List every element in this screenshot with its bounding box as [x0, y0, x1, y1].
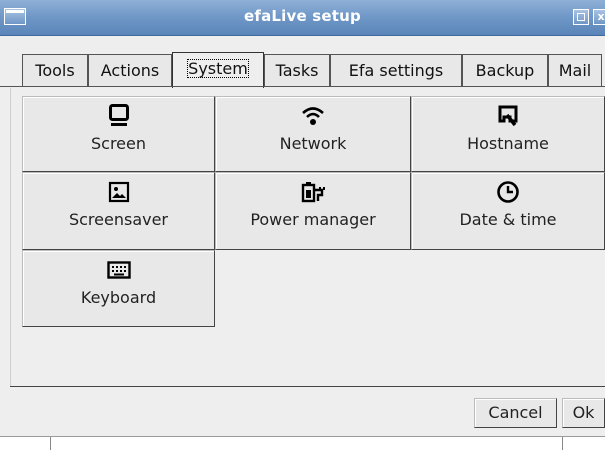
- tab-baseline: [0, 86, 605, 87]
- efalive-setup-window: efaLive setup x Tools Actions System Tas…: [0, 0, 605, 450]
- cancel-button[interactable]: Cancel: [474, 398, 557, 428]
- network-button[interactable]: Network: [215, 96, 411, 172]
- tab-bar: Tools Actions System Tasks Efa settings …: [0, 36, 605, 90]
- tab-tools[interactable]: Tools: [22, 54, 88, 86]
- tab-tools-label: Tools: [35, 61, 75, 80]
- tab-system[interactable]: System: [172, 52, 264, 88]
- tab-system-label: System: [187, 59, 249, 78]
- monitor-icon: [23, 103, 214, 129]
- panel-frame-left: [10, 88, 11, 387]
- tab-backup[interactable]: Backup: [462, 54, 548, 86]
- tab-efa-settings-label: Efa settings: [348, 61, 444, 80]
- keyboard-icon: [23, 257, 214, 283]
- panel-separator: [10, 386, 605, 387]
- title-bar[interactable]: efaLive setup x: [0, 0, 605, 36]
- keyboard-label: Keyboard: [80, 288, 157, 307]
- tab-tasks[interactable]: Tasks: [264, 54, 330, 86]
- date-time-button[interactable]: Date & time: [411, 172, 605, 250]
- system-panel: Screen Network Hostname Screensaver Powe…: [22, 96, 605, 332]
- close-button[interactable]: x: [593, 9, 605, 25]
- screen-label: Screen: [90, 134, 146, 153]
- hostname-button[interactable]: Hostname: [411, 96, 605, 172]
- date-time-label: Date & time: [459, 210, 557, 229]
- tab-tasks-label: Tasks: [275, 61, 319, 80]
- tab-backup-label: Backup: [475, 61, 535, 80]
- tab-actions[interactable]: Actions: [88, 54, 172, 86]
- screensaver-button[interactable]: Screensaver: [22, 172, 215, 250]
- keyboard-button[interactable]: Keyboard: [22, 250, 215, 327]
- screen-button[interactable]: Screen: [22, 96, 215, 172]
- clock-icon: [412, 179, 604, 205]
- window-bottom-strip: [0, 437, 605, 450]
- window-title: efaLive setup: [244, 7, 361, 25]
- power-plug-icon: [216, 179, 410, 205]
- network-label: Network: [279, 134, 347, 153]
- tab-efa-settings[interactable]: Efa settings: [330, 54, 462, 86]
- hostname-label: Hostname: [467, 134, 549, 153]
- power-manager-label: Power manager: [250, 210, 376, 229]
- maximize-button[interactable]: [573, 9, 589, 25]
- power-manager-button[interactable]: Power manager: [215, 172, 411, 250]
- hostname-icon: [412, 103, 604, 129]
- bottom-divider-left: [50, 437, 51, 450]
- picture-icon: [23, 179, 214, 205]
- wifi-icon: [216, 103, 410, 129]
- screensaver-label: Screensaver: [68, 210, 169, 229]
- bottom-divider-right: [562, 437, 563, 450]
- tab-mail-label: Mail: [558, 61, 592, 80]
- ok-button[interactable]: Ok: [562, 398, 605, 428]
- tab-mail[interactable]: Mail: [548, 54, 602, 86]
- tab-actions-label: Actions: [100, 61, 160, 80]
